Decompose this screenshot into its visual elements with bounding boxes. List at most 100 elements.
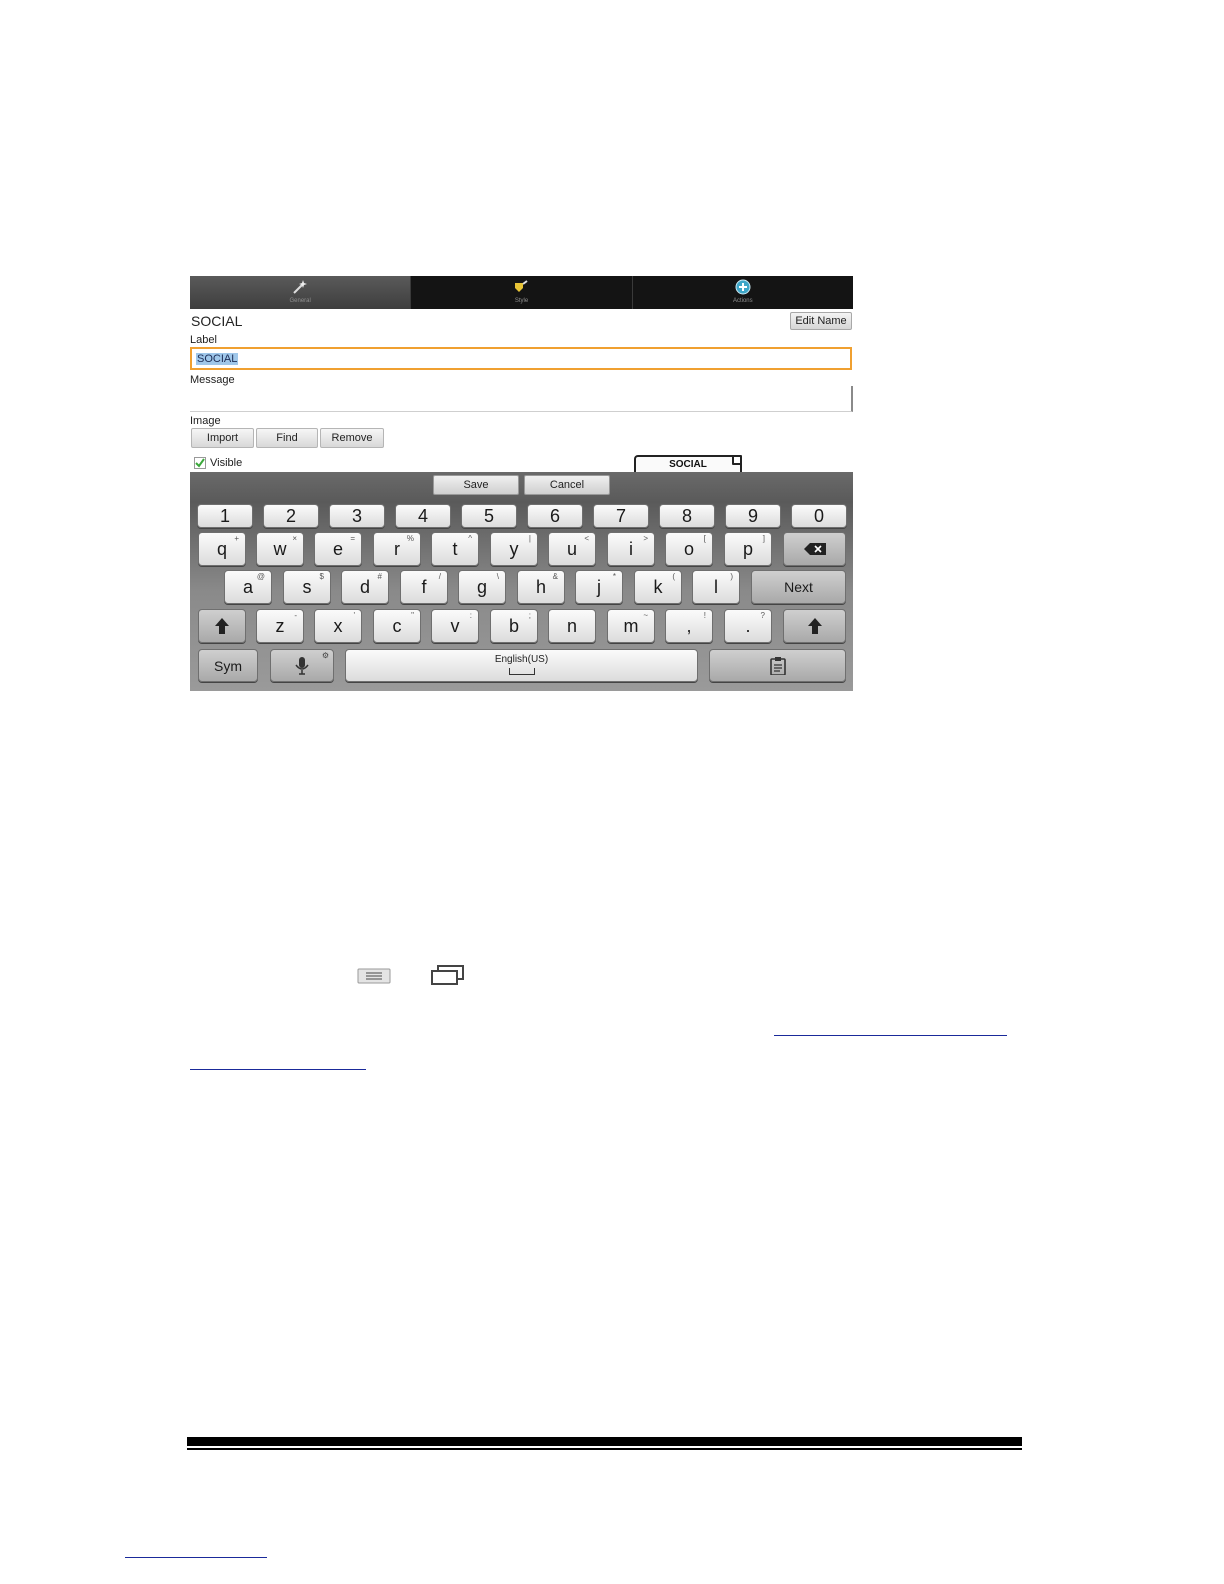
key-8[interactable]: 8 (659, 504, 715, 528)
tab-actions[interactable]: Actions (631, 276, 853, 309)
key-m[interactable]: m ~ (607, 609, 655, 643)
save-button[interactable]: Save (433, 475, 519, 495)
key-s[interactable]: s $ (283, 570, 331, 604)
button-preview-text: SOCIAL (669, 459, 707, 470)
clipboard-icon (769, 656, 786, 675)
key-hint: ; (528, 611, 531, 620)
key-i[interactable]: i > (607, 532, 655, 566)
label-caption: Label (190, 334, 217, 346)
edit-name-button[interactable]: Edit Name (790, 312, 852, 330)
key-label: , (686, 616, 692, 636)
key-label: l (714, 577, 718, 597)
key-hint: ( (672, 572, 675, 581)
key-label: n (566, 616, 577, 636)
key-hint: > (643, 534, 648, 543)
key-label: o (683, 539, 694, 559)
key-comma[interactable]: ,! (665, 609, 713, 643)
key-o[interactable]: o[ (665, 532, 713, 566)
key-d[interactable]: d # (341, 570, 389, 604)
key-g[interactable]: g \ (458, 570, 506, 604)
key-a[interactable]: a @ (224, 570, 272, 604)
key-j[interactable]: j * (575, 570, 623, 604)
label-input[interactable]: SOCIAL (190, 347, 852, 370)
key-label: f (421, 577, 427, 597)
key-l[interactable]: l) (692, 570, 740, 604)
key-hint: ' (353, 611, 355, 620)
key-hint: & (552, 572, 558, 581)
key-label: 1 (219, 506, 230, 526)
key-label: 6 (549, 506, 560, 526)
key-0[interactable]: 0 (791, 504, 847, 528)
onscreen-keyboard: Save Cancel 1 2 3 4 5 6 7 8 9 0 q + w × e = r% t ^ y | u < i > o[… (190, 472, 853, 691)
key-hint: : (469, 611, 472, 620)
find-button[interactable]: Find (256, 428, 318, 448)
remove-button[interactable]: Remove (320, 428, 384, 448)
link-underline[interactable] (190, 1069, 366, 1070)
tab-style[interactable]: Style (410, 276, 632, 309)
menu-icon (357, 968, 391, 984)
tab-label: General (289, 298, 311, 304)
key-label: w (273, 539, 287, 559)
key-label: 0 (813, 506, 824, 526)
sym-key[interactable]: Sym (198, 649, 258, 682)
key-t[interactable]: t ^ (431, 532, 479, 566)
key-5[interactable]: 5 (461, 504, 517, 528)
key-b[interactable]: b; (490, 609, 538, 643)
clipboard-key[interactable] (709, 649, 846, 682)
key-label: a (242, 577, 253, 597)
key-hint: ~ (643, 611, 648, 620)
key-3[interactable]: 3 (329, 504, 385, 528)
key-9[interactable]: 9 (725, 504, 781, 528)
key-c[interactable]: c " (373, 609, 421, 643)
link-underline[interactable] (774, 1035, 1007, 1036)
corner-marker-icon (732, 455, 742, 465)
space-key-language: English(US) (494, 654, 549, 665)
key-label: u (566, 539, 577, 559)
image-caption: Image (190, 415, 221, 427)
key-4[interactable]: 4 (395, 504, 451, 528)
voice-input-key[interactable]: ⚙ (270, 649, 334, 682)
key-label: q (216, 539, 227, 559)
key-h[interactable]: h & (517, 570, 565, 604)
shift-icon (807, 618, 822, 634)
message-caption: Message (190, 374, 235, 386)
import-button[interactable]: Import (191, 428, 254, 448)
key-period[interactable]: .? (724, 609, 772, 643)
key-w[interactable]: w × (256, 532, 304, 566)
key-label: r (394, 539, 400, 559)
message-input[interactable] (190, 386, 853, 412)
key-n[interactable]: n (548, 609, 596, 643)
space-key[interactable]: English(US) (345, 649, 698, 682)
key-p[interactable]: p] (724, 532, 772, 566)
next-key[interactable]: Next (751, 570, 846, 604)
tab-general[interactable]: General (190, 276, 411, 309)
key-hint: ! (703, 611, 706, 620)
key-hint: \ (496, 572, 499, 581)
key-k[interactable]: k( (634, 570, 682, 604)
key-7[interactable]: 7 (593, 504, 649, 528)
key-z[interactable]: z- (256, 609, 304, 643)
shift-key-right[interactable] (783, 609, 846, 643)
key-y[interactable]: y | (490, 532, 538, 566)
shift-icon (215, 618, 229, 634)
key-f[interactable]: f / (400, 570, 448, 604)
key-2[interactable]: 2 (263, 504, 319, 528)
label-input-value: SOCIAL (196, 353, 239, 365)
paint-icon (515, 280, 529, 292)
key-r[interactable]: r% (373, 532, 421, 566)
backspace-key[interactable] (783, 532, 846, 566)
key-1[interactable]: 1 (197, 504, 253, 528)
key-e[interactable]: e = (314, 532, 362, 566)
shift-key-left[interactable] (198, 609, 246, 643)
cancel-button[interactable]: Cancel (524, 475, 610, 495)
key-6[interactable]: 6 (527, 504, 583, 528)
backspace-icon (803, 543, 826, 555)
key-u[interactable]: u < (548, 532, 596, 566)
visible-checkbox[interactable] (194, 457, 206, 469)
key-label: z (275, 616, 285, 636)
key-v[interactable]: v: (431, 609, 479, 643)
key-q[interactable]: q + (198, 532, 246, 566)
key-hint: ) (730, 572, 733, 581)
key-x[interactable]: x ' (314, 609, 362, 643)
key-label: 5 (483, 506, 494, 526)
